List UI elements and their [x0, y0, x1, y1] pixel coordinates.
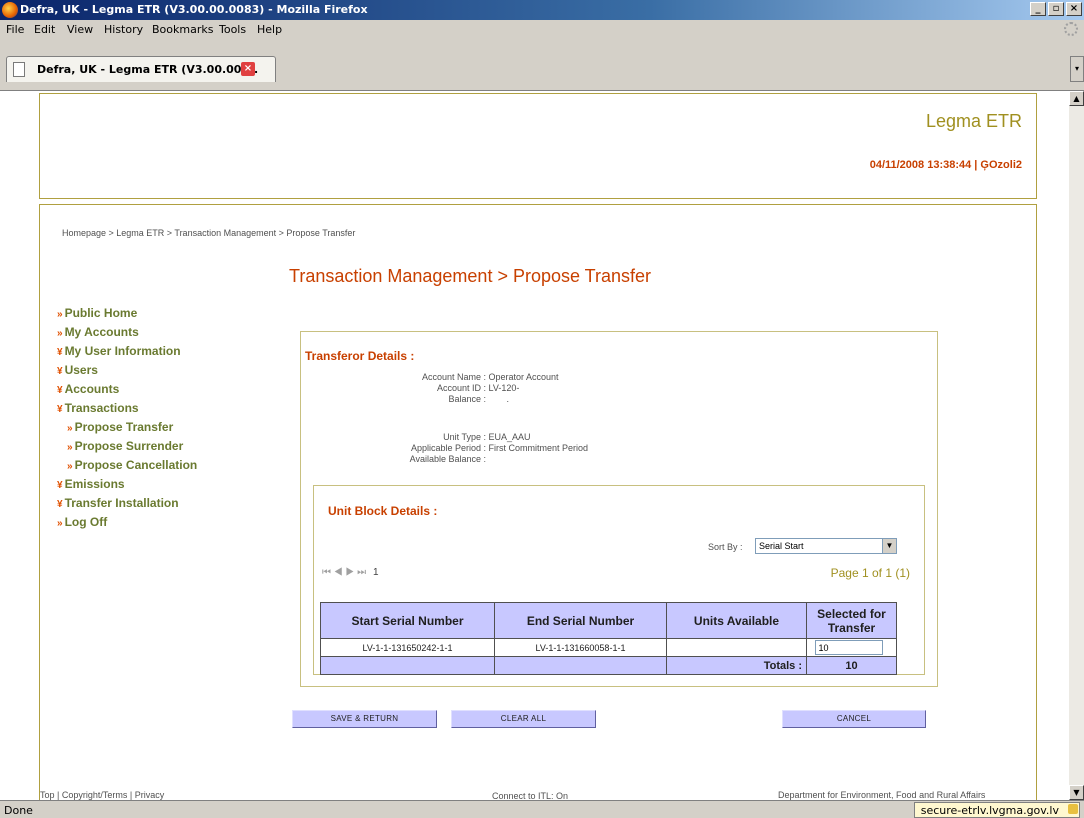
tab-label: Defra, UK - Legma ETR (V3.00.00.... — [37, 63, 259, 76]
detail-account-id: Account ID : LV-120- — [436, 383, 520, 393]
window-title: Defra, UK - Legma ETR (V3.00.00.0083) - … — [20, 3, 368, 16]
vertical-scrollbar[interactable]: ▲ ▼ — [1069, 91, 1084, 800]
breadcrumb[interactable]: Homepage > Legma ETR > Transaction Manag… — [62, 228, 355, 238]
status-text: Done — [4, 804, 33, 817]
unit-block-panel: Unit Block Details : Sort By : Serial St… — [313, 485, 925, 675]
nav-transfer-installation[interactable]: ¥ Transfer Installation — [57, 496, 197, 515]
table-row: LV-1-1-131650242-1-1 LV-1-1-131660058-1-… — [320, 638, 897, 657]
table-header-row: Start Serial Number End Serial Number Un… — [320, 602, 897, 639]
nav-propose-transfer[interactable]: » Propose Transfer — [57, 420, 197, 439]
nav-propose-surrender[interactable]: » Propose Surrender — [57, 439, 197, 458]
detail-applicable-period: Applicable Period : First Commitment Per… — [410, 443, 589, 453]
unit-block-heading: Unit Block Details : — [328, 504, 438, 518]
throbber-icon — [1064, 22, 1078, 36]
footer-itl-status: Connect to ITL: On — [492, 791, 569, 800]
scroll-up-icon[interactable]: ▲ — [1069, 91, 1084, 106]
datetime-user: 04/11/2008 13:38:44 | ĢOzoli2 — [869, 159, 1022, 171]
totals-label: Totals : — [666, 656, 807, 675]
firefox-icon — [2, 2, 18, 18]
detail-balance: Balance : . — [448, 394, 510, 404]
nav-accounts[interactable]: ¥ Accounts — [57, 382, 197, 401]
detail-unit-type: Unit Type : EUA_AAU — [443, 432, 531, 442]
tab-list-dropdown-icon[interactable]: ▾ — [1070, 56, 1084, 82]
side-nav: » Public Home » My Accounts ¥ My User Infor… — [57, 306, 197, 534]
page-info: Page 1 of 1 (1) — [830, 566, 910, 580]
sort-by-label: Sort By : — [708, 542, 743, 552]
cancel-button[interactable]: CANCEL — [782, 710, 926, 728]
menu-edit[interactable]: Edit — [34, 23, 55, 36]
totals-value: 10 — [806, 656, 897, 675]
unit-blocks-table: Start Serial Number End Serial Number Un… — [320, 602, 897, 675]
cell-start-serial: LV-1-1-131650242-1-1 — [320, 638, 495, 657]
detail-available-balance: Available Balance : — [409, 454, 486, 464]
maximize-button[interactable]: ▫ — [1048, 2, 1064, 16]
nav-transactions[interactable]: ¥ Transactions — [57, 401, 197, 420]
menu-view[interactable]: View — [67, 23, 93, 36]
cell-units-available — [666, 638, 807, 657]
menu-file[interactable]: File — [6, 23, 24, 36]
main-content: Homepage > Legma ETR > Transaction Manag… — [39, 204, 1037, 800]
lock-icon[interactable] — [1068, 804, 1078, 814]
col-selected-for-transfer: Selected for Transfer — [806, 602, 897, 639]
sort-by-select[interactable]: Serial Start ▼ — [755, 538, 897, 554]
cell-end-serial: LV-1-1-131660058-1-1 — [494, 638, 667, 657]
tab-bar: Defra, UK - Legma ETR (V3.00.00.... × ▾ — [0, 39, 1084, 91]
nav-my-user-information[interactable]: ¥ My User Information — [57, 344, 197, 363]
page-header: Legma ETR 04/11/2008 13:38:44 | ĢOzoli2 — [39, 93, 1037, 199]
col-start-serial: Start Serial Number — [320, 602, 495, 639]
col-end-serial: End Serial Number — [494, 602, 667, 639]
detail-account-name: Account Name : Operator Account — [421, 372, 559, 382]
window-titlebar: Defra, UK - Legma ETR (V3.00.00.0083) - … — [0, 0, 1084, 20]
selected-quantity-input[interactable] — [814, 640, 883, 655]
nav-my-accounts[interactable]: » My Accounts — [57, 325, 197, 344]
minimize-button[interactable]: _ — [1030, 2, 1046, 16]
browser-tab[interactable]: Defra, UK - Legma ETR (V3.00.00.... × — [6, 56, 276, 82]
status-bar: Done secure-etrlv.lvgma.gov.lv — [0, 800, 1084, 818]
tab-close-icon[interactable]: × — [241, 62, 255, 76]
status-domain: secure-etrlv.lvgma.gov.lv — [913, 802, 1080, 818]
close-window-button[interactable]: × — [1066, 2, 1082, 16]
totals-row: Totals : 10 — [320, 656, 897, 675]
pager-page-number[interactable]: 1 — [373, 567, 379, 578]
pager-nav[interactable]: ⏮ ◀ ▶ ⏭ 1 — [322, 567, 379, 578]
nav-public-home[interactable]: » Public Home — [57, 306, 197, 325]
transferor-panel: Transferor Details : Account Name : Oper… — [300, 331, 938, 687]
col-units-available: Units Available — [666, 602, 807, 639]
nav-propose-cancellation[interactable]: » Propose Cancellation — [57, 458, 197, 477]
nav-users[interactable]: ¥ Users — [57, 363, 197, 382]
clear-all-button[interactable]: CLEAR ALL — [451, 710, 596, 728]
save-return-button[interactable]: SAVE & RETURN — [292, 710, 437, 728]
nav-log-off[interactable]: » Log Off — [57, 515, 197, 534]
cell-selected — [806, 638, 897, 657]
sort-by-value: Serial Start — [759, 541, 804, 551]
scroll-down-icon[interactable]: ▼ — [1069, 785, 1084, 800]
footer-department: Department for Environment, Food and Rur… — [778, 790, 986, 800]
chevron-down-icon[interactable]: ▼ — [882, 539, 896, 553]
nav-emissions[interactable]: ¥ Emissions — [57, 477, 197, 496]
app-title: Legma ETR — [925, 111, 1022, 131]
page-viewport: Legma ETR 04/11/2008 13:38:44 | ĢOzoli2 … — [0, 91, 1069, 800]
menu-bar: File Edit View History Bookmarks Tools H… — [0, 20, 1084, 39]
footer-links[interactable]: Top | Copyright/Terms | Privacy — [40, 790, 164, 800]
menu-help[interactable]: Help — [257, 23, 282, 36]
page-title: Transaction Management > Propose Transfe… — [289, 266, 652, 286]
transferor-heading: Transferor Details : — [305, 349, 415, 363]
menu-tools[interactable]: Tools — [219, 23, 246, 36]
page-icon — [13, 62, 25, 77]
pager-arrows-icon[interactable]: ⏮ ◀ ▶ ⏭ — [322, 567, 366, 578]
menu-history[interactable]: History — [104, 23, 143, 36]
menu-bookmarks[interactable]: Bookmarks — [152, 23, 213, 36]
